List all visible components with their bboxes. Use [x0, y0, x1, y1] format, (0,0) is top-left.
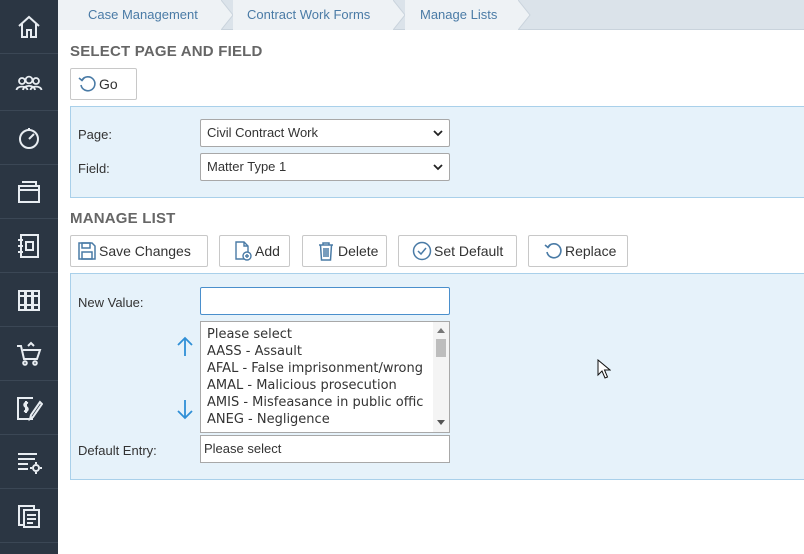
save-changes-label: Save Changes — [99, 243, 191, 259]
sidebar-item-contacts[interactable] — [0, 219, 58, 273]
field-select[interactable]: Matter Type 1 — [200, 153, 450, 181]
list-scrollbar[interactable] — [433, 322, 449, 432]
check-circle-icon — [412, 241, 432, 261]
new-value-input[interactable] — [200, 287, 450, 315]
sidebar-item-list-settings[interactable] — [0, 435, 58, 489]
go-button-label: Go — [99, 76, 118, 92]
list-item[interactable]: AFAL - False imprisonment/wrong — [201, 360, 433, 377]
refresh-icon — [78, 76, 96, 92]
sidebar-item-cart[interactable] — [0, 327, 58, 381]
new-value-label: New Value: — [78, 295, 144, 310]
manage-section-title: MANAGE LIST — [70, 210, 176, 227]
mouse-cursor-icon — [597, 359, 611, 379]
sidebar-item-people[interactable] — [0, 57, 58, 111]
scroll-down-icon[interactable] — [437, 420, 445, 426]
page-select[interactable]: Civil Contract Work — [200, 119, 450, 147]
set-default-button[interactable]: Set Default — [398, 235, 517, 267]
sidebar-item-archive[interactable] — [0, 165, 58, 219]
documents-icon — [18, 504, 40, 528]
arrow-up-icon[interactable] — [175, 335, 195, 359]
list-item[interactable]: AASS - Assault — [201, 343, 433, 360]
scroll-up-icon[interactable] — [437, 327, 445, 333]
billing-edit-icon — [17, 396, 43, 421]
sidebar-item-billing[interactable] — [0, 381, 58, 435]
chevron-down-icon — [433, 164, 443, 171]
list-item[interactable]: AMAL - Malicious prosecution — [201, 377, 433, 394]
save-icon — [78, 242, 96, 260]
library-icon — [18, 289, 40, 311]
breadcrumb-case-management[interactable]: Case Management — [58, 0, 221, 30]
list-item[interactable]: AMIS - Misfeasance in public offic — [201, 394, 433, 411]
breadcrumb: Case Management Contract Work Forms Mana… — [58, 0, 804, 30]
default-entry-field: Please select — [200, 435, 450, 463]
sidebar-item-documents[interactable] — [0, 489, 58, 543]
add-document-icon — [235, 241, 252, 261]
chevron-down-icon — [433, 130, 443, 137]
select-section-title: SELECT PAGE AND FIELD — [70, 43, 263, 60]
contacts-book-icon — [18, 233, 39, 258]
trash-icon — [319, 242, 333, 261]
sidebar-item-home[interactable] — [0, 0, 58, 54]
select-panel: Page: Civil Contract Work Field: Matter … — [70, 106, 804, 198]
default-entry-label: Default Entry: — [78, 443, 157, 458]
add-button-label: Add — [255, 243, 280, 259]
field-label: Field: — [78, 161, 110, 176]
sidebar — [0, 0, 58, 554]
list-item[interactable]: Please select — [201, 326, 433, 343]
set-default-label: Set Default — [434, 243, 504, 259]
cart-icon — [17, 341, 42, 366]
list-item[interactable]: ANEG - Negligence — [201, 411, 433, 428]
breadcrumb-manage-lists[interactable]: Manage Lists — [405, 0, 518, 30]
arrow-down-icon[interactable] — [175, 397, 195, 421]
people-icon — [15, 75, 43, 90]
replace-button[interactable]: Replace — [528, 235, 628, 267]
field-select-value: Matter Type 1 — [207, 159, 287, 174]
list-values-box[interactable]: Please select AASS - Assault AFAL - Fals… — [200, 321, 450, 433]
sidebar-item-library[interactable] — [0, 273, 58, 327]
save-changes-button[interactable]: Save Changes — [70, 235, 208, 267]
sidebar-item-dashboard[interactable] — [0, 111, 58, 165]
list-settings-icon — [18, 452, 42, 474]
replace-icon — [544, 243, 562, 259]
add-button[interactable]: Add — [219, 235, 290, 267]
scrollbar-thumb[interactable] — [436, 339, 446, 357]
delete-button-label: Delete — [338, 243, 379, 259]
page-label: Page: — [78, 127, 112, 142]
dashboard-icon — [19, 127, 39, 149]
delete-button[interactable]: Delete — [302, 235, 387, 267]
go-button[interactable]: Go — [70, 68, 137, 100]
replace-button-label: Replace — [565, 243, 617, 259]
page-select-value: Civil Contract Work — [207, 125, 319, 140]
breadcrumb-separator — [518, 0, 531, 30]
breadcrumb-contract-work-forms[interactable]: Contract Work Forms — [233, 0, 393, 30]
home-icon — [18, 15, 40, 38]
archive-icon — [18, 180, 40, 203]
